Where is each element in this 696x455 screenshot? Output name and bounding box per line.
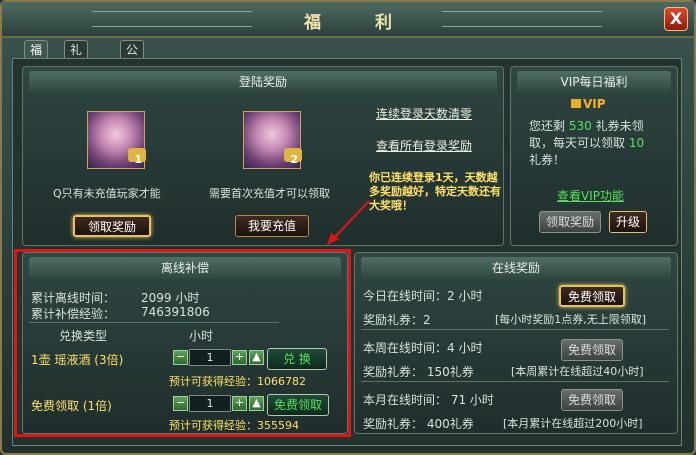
week-note: [本周累计在线超过40小时] — [511, 365, 644, 378]
week-reward: 奖励礼券： 150礼券 — [363, 365, 474, 379]
today-online-time: 今日在线时间：2 小时 — [363, 289, 483, 303]
divider — [361, 329, 669, 330]
login-reward-panel: 登陆奖励 1 Q只有未充值玩家才能 领取奖励 2 需要首次充值才可以领取 我要充… — [22, 66, 504, 246]
vip-remaining-value: 530 — [568, 119, 592, 133]
title-bar[interactable]: 福 利 — [2, 2, 694, 38]
divider — [361, 381, 669, 382]
reward-portrait-2: 2 — [243, 111, 302, 169]
vip-upgrade-button[interactable]: 升级 — [609, 211, 647, 233]
login-reward-header: 登陆奖励 — [29, 71, 497, 93]
window-title: 福 利 — [304, 13, 416, 33]
recharge-button[interactable]: 我要充值 — [235, 215, 309, 237]
login-streak-message: 你已连续登录1天，天数越多奖励越好，特定天数还有大奖哦！ — [369, 171, 501, 212]
claim-month-button[interactable]: 免费领取 — [561, 389, 623, 411]
crown-icon — [571, 99, 581, 108]
vip-text: VIP — [583, 97, 606, 111]
vip-remaining-suffix: 礼券未领 — [595, 119, 644, 133]
vip-remaining-prefix: 您还剩 — [529, 119, 566, 133]
tab-announcement[interactable]: 公 告 — [120, 40, 145, 75]
view-vip-features-link[interactable]: 查看VIP功能 — [557, 187, 624, 204]
vip-header: VIP每日福利 — [517, 71, 671, 93]
clear-streak-link[interactable]: 连续登录天数清零 — [376, 105, 472, 122]
vip-claim-button[interactable]: 领取奖励 — [539, 211, 601, 233]
tab-gift-pack[interactable]: 礼包回馈 — [64, 40, 89, 111]
reward-desc-2: 需要首次充值才可以领取 — [209, 187, 330, 200]
today-note: [每小时奖励1点券,无上限领取] — [495, 313, 647, 326]
vip-daily-value: 10 — [628, 136, 645, 150]
tab-welfare[interactable]: 福 利 — [24, 40, 49, 75]
highlight-frame — [14, 249, 351, 437]
week-online-time: 本周在线时间：4 小时 — [363, 341, 483, 355]
vip-daily-prefix: 取，每天可以领取 — [529, 136, 626, 150]
month-online-time: 本月在线时间： 71 小时 — [363, 393, 494, 407]
reward-badge-1: 1 — [134, 153, 142, 166]
vip-label: VIP — [571, 97, 606, 111]
month-reward: 奖励礼券： 400礼券 — [363, 417, 474, 431]
vip-line-2: 取，每天可以领取 10 — [529, 134, 644, 151]
today-reward: 奖励礼券：2 — [363, 313, 431, 327]
vip-line-3: 礼券！ — [529, 153, 566, 167]
online-header: 在线奖励 — [361, 257, 671, 279]
claim-login-reward-button[interactable]: 领取奖励 — [73, 215, 151, 237]
close-button[interactable]: X — [664, 7, 688, 31]
claim-today-button[interactable]: 免费领取 — [559, 285, 625, 307]
arrow-icon — [327, 200, 370, 245]
reward-portrait-1: 1 — [87, 111, 146, 169]
claim-week-button[interactable]: 免费领取 — [561, 339, 623, 361]
online-reward-panel: 在线奖励 今日在线时间：2 小时 免费领取 奖励礼券：2 [每小时奖励1点券,无… — [354, 252, 678, 434]
view-all-login-rewards-link[interactable]: 查看所有登录奖励 — [376, 137, 472, 154]
vip-panel: VIP每日福利 VIP 您还剩 530 礼券未领 取，每天可以领取 10 礼券！… — [510, 66, 678, 246]
month-note: [本月累计在线超过200小时] — [503, 417, 643, 430]
reward-badge-2: 2 — [290, 153, 298, 166]
vip-line-1: 您还剩 530 礼券未领 — [529, 117, 644, 134]
reward-desc-1: Q只有未充值玩家才能 — [53, 187, 161, 200]
